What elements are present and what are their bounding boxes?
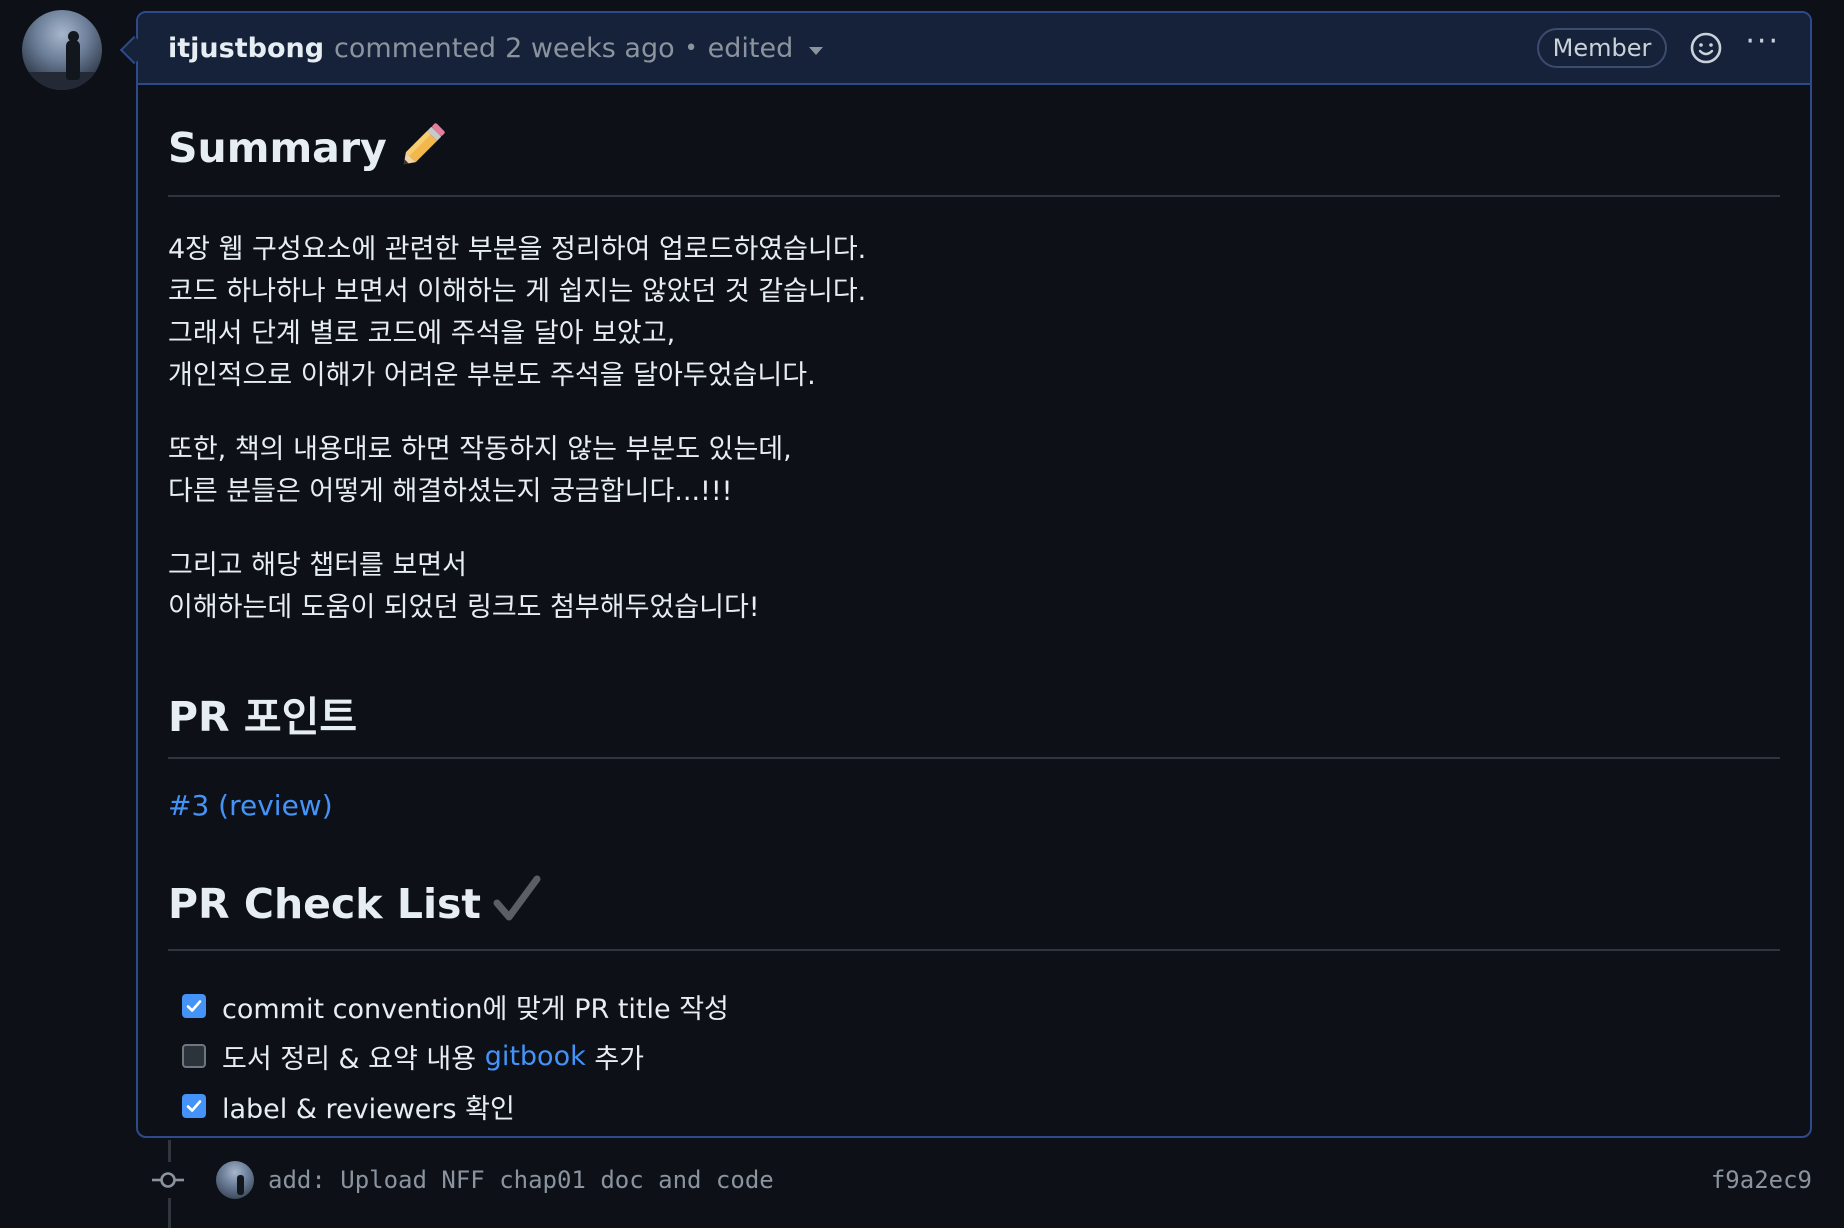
page: itjustbong commented 2 weeks ago • edite… <box>0 0 1844 1228</box>
check-mark-icon <box>491 873 543 935</box>
text-line: 코드 하나하나 보면서 이해하는 게 쉽지는 않았던 것 같습니다. <box>168 276 867 307</box>
comment-box: itjustbong commented 2 weeks ago • edite… <box>136 11 1812 1138</box>
pr-point-heading: PR 포인트 <box>168 683 1780 759</box>
checklist-item: 도서 정리 & 요약 내용 gitbook 추가 <box>182 1031 1780 1081</box>
checklist-item-text: commit convention에 맞게 PR title 작성 <box>222 993 729 1025</box>
checklist: commit convention에 맞게 PR title 작성 도서 정리 … <box>168 981 1780 1131</box>
summary-paragraph-2: 또한, 책의 내용대로 하면 작동하지 않는 부분도 있는데, 다른 분들은 어… <box>168 429 1780 513</box>
summary-paragraph-3: 그리고 해당 챕터를 보면서 이해하는데 도움이 되었던 링크도 첨부해두었습니… <box>168 545 1780 629</box>
comment-body: Summary 4장 웹 구성요소에 관련한 부분을 정리하여 업로드하였습니다… <box>138 115 1810 1131</box>
git-commit-icon <box>150 1162 186 1198</box>
smiley-icon[interactable] <box>1689 31 1723 65</box>
comment-action: commented <box>334 32 497 64</box>
summary-paragraph-1: 4장 웹 구성요소에 관련한 부분을 정리하여 업로드하였습니다. 코드 하나하… <box>168 229 1780 397</box>
checklist-item-text: 도서 정리 & 요약 내용 <box>222 1043 485 1075</box>
text-line: 다른 분들은 어떻게 해결하셨는지 궁금합니다...!!! <box>168 476 733 507</box>
pencil-icon <box>397 115 453 181</box>
chevron-down-icon[interactable] <box>809 47 824 55</box>
comment-header: itjustbong commented 2 weeks ago • edite… <box>138 13 1810 85</box>
text-line: 이해하는데 도움이 되었던 링크도 첨부해두었습니다! <box>168 592 760 623</box>
summary-heading-text: Summary <box>168 124 387 172</box>
text-line: 그래서 단계 별로 코드에 주석을 달아 보았고, <box>168 318 676 349</box>
pr-point-heading-text: PR 포인트 <box>168 693 358 741</box>
pr-point-paragraph: #3 (review) <box>168 785 1780 827</box>
kebab-menu-icon[interactable]: ··· <box>1745 27 1780 64</box>
author-name[interactable]: itjustbong <box>168 33 324 64</box>
gitbook-link[interactable]: gitbook <box>485 1041 586 1072</box>
text-line: 개인적으로 이해가 어려운 부분도 주석을 달아두었습니다. <box>168 360 816 391</box>
checklist-heading-text: PR Check List <box>168 880 482 928</box>
commit-sha[interactable]: f9a2ec9 <box>1711 1166 1812 1194</box>
commit-row: add: Upload NFF chap01 doc and code f9a2… <box>150 1160 1812 1200</box>
text-line: 또한, 책의 내용대로 하면 작동하지 않는 부분도 있는데, <box>168 434 792 465</box>
checklist-item: commit convention에 맞게 PR title 작성 <box>182 981 1780 1031</box>
author-avatar[interactable] <box>22 10 102 90</box>
checklist-item-text-after: 추가 <box>585 1043 644 1075</box>
commit-author-avatar[interactable] <box>216 1161 254 1199</box>
checkbox-checked[interactable] <box>182 994 206 1018</box>
checkbox-unchecked[interactable] <box>182 1044 206 1068</box>
member-badge: Member <box>1536 28 1668 68</box>
summary-heading: Summary <box>168 115 1780 197</box>
text-line: 4장 웹 구성요소에 관련한 부분을 정리하여 업로드하였습니다. <box>168 234 867 265</box>
meta-separator: • <box>684 35 698 61</box>
text-line: 그리고 해당 챕터를 보면서 <box>168 550 467 581</box>
review-link[interactable]: #3 (review) <box>168 789 333 822</box>
edited-label[interactable]: edited <box>708 33 794 64</box>
checklist-item: label & reviewers 확인 <box>182 1081 1780 1131</box>
checklist-heading: PR Check List <box>168 873 1780 951</box>
check-icon <box>186 1100 202 1112</box>
check-icon <box>186 1000 202 1012</box>
checkbox-checked[interactable] <box>182 1094 206 1118</box>
comment-time[interactable]: 2 weeks ago <box>505 33 675 64</box>
checklist-item-text: label & reviewers 확인 <box>222 1093 515 1125</box>
commit-message[interactable]: add: Upload NFF chap01 doc and code <box>268 1166 774 1194</box>
